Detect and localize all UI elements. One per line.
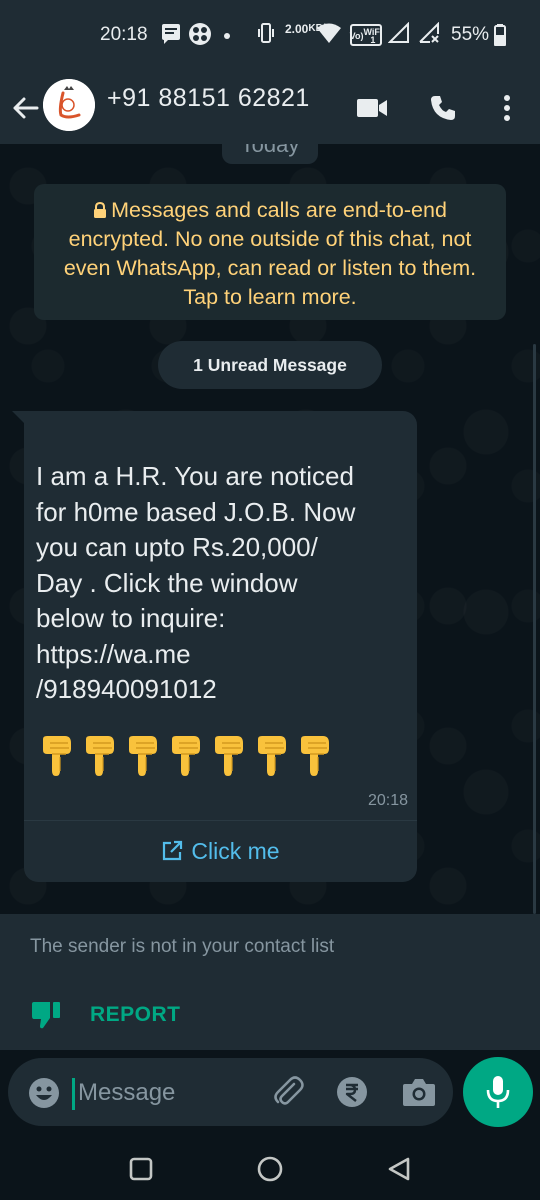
report-button[interactable]: REPORT <box>30 1000 181 1030</box>
back-nav-button[interactable] <box>384 1154 414 1184</box>
recents-button[interactable] <box>126 1154 156 1184</box>
video-call-button[interactable] <box>350 86 394 130</box>
back-arrow-icon <box>13 97 39 119</box>
pointing-down-emoji <box>301 736 329 776</box>
pointing-down-emoji <box>43 736 71 776</box>
app-notification-icon <box>188 22 212 46</box>
vowifi-top: Vo) <box>349 30 364 41</box>
pointing-down-emoji <box>215 736 243 776</box>
back-button[interactable] <box>8 84 42 132</box>
vowifi-bottom: WiFi 1 <box>363 26 383 45</box>
pointing-down-emoji <box>86 736 114 776</box>
triangle-back-icon <box>388 1157 410 1181</box>
thumbs-down-icon <box>32 1002 60 1029</box>
voice-call-button[interactable] <box>421 86 465 130</box>
contact-logo-icon <box>43 79 95 131</box>
microphone-icon <box>486 1076 510 1108</box>
encryption-notice[interactable]: Messages and calls are end-to-end encryp… <box>34 184 506 320</box>
vibrate-icon <box>257 22 275 44</box>
circle-icon <box>257 1156 283 1182</box>
message-text: I am a H.R. You are noticed for h0me bas… <box>36 461 356 704</box>
signal-no-data-icon <box>418 22 440 44</box>
pointing-down-emoji <box>129 736 157 776</box>
click-me-button[interactable]: Click me <box>24 821 417 881</box>
external-link-icon <box>163 840 183 861</box>
rupee-payment-icon[interactable] <box>336 1076 368 1108</box>
click-me-label: Click me <box>191 837 280 864</box>
emoji-row <box>38 735 334 777</box>
net-speed-value: 2.00 <box>285 22 309 36</box>
date-chip: Today <box>222 144 318 164</box>
message-input[interactable] <box>78 1072 258 1114</box>
status-bar: 20:18 2.00 KB/S Vo) WiFi 1 55% <box>0 0 540 72</box>
encryption-notice-text: Messages and calls are end-to-end encryp… <box>63 198 477 309</box>
battery-percent: 55% <box>451 24 490 45</box>
notification-dot-icon <box>224 33 230 39</box>
status-time: 20:18 <box>100 24 148 45</box>
scrollbar[interactable] <box>533 344 536 914</box>
signal-icon <box>388 22 410 44</box>
chat-area[interactable]: Today Messages and calls are end-to-end … <box>0 144 540 914</box>
square-icon <box>129 1157 153 1181</box>
pointing-down-emoji <box>172 736 200 776</box>
home-button[interactable] <box>255 1154 285 1184</box>
battery-icon <box>494 24 506 46</box>
camera-icon[interactable] <box>402 1076 436 1108</box>
pointing-down-emoji <box>258 736 286 776</box>
message-notification-icon <box>160 22 182 44</box>
composer <box>0 1050 540 1138</box>
avatar[interactable] <box>43 79 95 131</box>
unknown-sender-panel: The sender is not in your contact list R… <box>0 914 540 1050</box>
message-time: 20:18 <box>367 792 408 809</box>
chat-header: +91 88151 62821 <box>0 72 540 144</box>
unknown-sender-notice: The sender is not in your contact list <box>30 936 335 957</box>
contact-name[interactable]: +91 88151 62821 <box>107 84 310 113</box>
phone-icon <box>431 96 455 120</box>
paperclip-icon[interactable] <box>270 1074 306 1110</box>
more-vertical-icon <box>504 95 510 121</box>
voice-message-button[interactable] <box>463 1057 533 1127</box>
unread-messages-chip: 1 Unread Message <box>158 341 382 389</box>
emoji-icon[interactable] <box>28 1077 60 1109</box>
vowifi-badge: Vo) WiFi 1 <box>350 24 382 46</box>
video-call-icon <box>357 99 387 117</box>
system-nav-bar <box>0 1138 540 1200</box>
wifi-icon <box>316 22 342 44</box>
lock-icon <box>94 202 107 218</box>
message-box[interactable] <box>8 1058 453 1126</box>
text-caret <box>72 1078 75 1110</box>
message-bubble[interactable]: I am a H.R. You are noticed for h0me bas… <box>24 411 417 882</box>
more-options-button[interactable] <box>485 86 529 130</box>
report-label: REPORT <box>90 1003 181 1026</box>
